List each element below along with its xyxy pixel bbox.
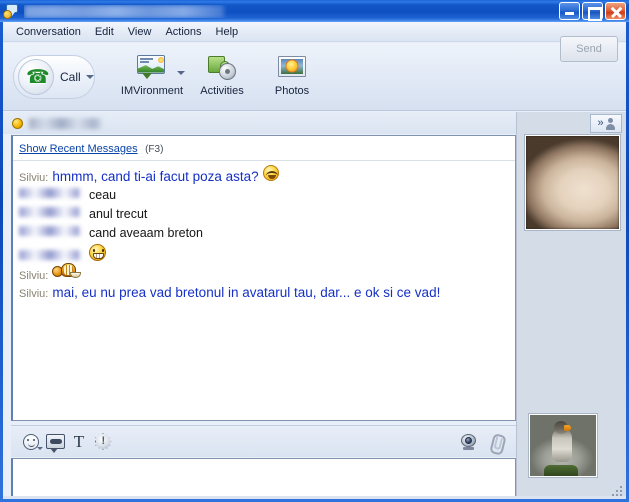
big-grin-emoticon	[89, 244, 106, 261]
message-row	[19, 244, 515, 261]
puzzle-gear-icon	[206, 53, 238, 81]
message-row: Silviu: hmmm, cand ti-ai facut poza asta…	[19, 165, 515, 185]
message-text: mai, eu nu prea vad bretonul in avatarul…	[52, 284, 440, 301]
sidebar-collapse-button[interactable]: »	[590, 114, 622, 133]
format-toolbar: T !	[11, 425, 516, 457]
messenger-bubble-icon	[3, 3, 20, 20]
window-controls	[559, 2, 626, 20]
display-picture-sidebar	[516, 112, 626, 499]
paperclip-icon	[487, 431, 506, 452]
activities-button[interactable]: Activities	[187, 49, 257, 105]
call-button-label: Call	[60, 70, 81, 84]
call-button[interactable]: ☎ Call	[13, 55, 95, 99]
send-file-button[interactable]	[484, 430, 508, 454]
message-sender: Silviu:	[19, 270, 48, 282]
message-text: cand aveaam breton	[89, 225, 203, 242]
message-text: ceau	[89, 187, 116, 204]
wink-picker-button[interactable]	[43, 430, 67, 454]
menu-help[interactable]: Help	[209, 24, 246, 40]
message-sender: Silviu:	[19, 172, 48, 184]
message-row: Silviu: mai, eu nu prea vad bretonul in …	[19, 284, 515, 301]
format-toolbar-right	[456, 430, 508, 454]
font-T-icon: T	[74, 433, 84, 450]
messenger-window: Conversation Edit View Actions Help ☎ Ca…	[0, 0, 629, 502]
photos-button[interactable]: Photos	[257, 49, 327, 105]
window-footer	[3, 496, 626, 499]
photo-frame-icon	[276, 53, 308, 81]
own-display-picture[interactable]	[529, 414, 597, 477]
menu-actions[interactable]: Actions	[158, 24, 208, 40]
contact-display-picture[interactable]	[525, 135, 620, 230]
change-font-button[interactable]: T	[67, 430, 91, 454]
call-dropdown-caret[interactable]	[86, 75, 94, 79]
nudge-burst-icon: !	[95, 433, 112, 450]
message-row: anul trecut	[19, 206, 515, 223]
title-bar[interactable]	[0, 0, 629, 22]
menu-view[interactable]: View	[121, 24, 159, 40]
chevron-right-icon: »	[597, 118, 603, 129]
message-sender-redacted	[19, 226, 81, 236]
photos-label: Photos	[275, 85, 309, 97]
chat-history-panel[interactable]: Show Recent Messages (F3) Silviu: hmmm, …	[11, 135, 516, 421]
phone-handset-icon: ☎	[18, 59, 54, 95]
message-row: ceau	[19, 187, 515, 204]
imvironment-button[interactable]: IMVironment	[117, 49, 187, 105]
custom-character-emoticon	[52, 263, 82, 279]
imvironment-dropdown-caret[interactable]	[177, 71, 185, 75]
message-row: cand aveaam breton	[19, 225, 515, 242]
message-sender-redacted	[19, 250, 81, 260]
start-webcam-button[interactable]	[456, 430, 480, 454]
recent-messages-shortcut: (F3)	[145, 144, 163, 155]
recent-messages-bar: Show Recent Messages (F3)	[13, 136, 515, 161]
menu-bar: Conversation Edit View Actions Help	[3, 22, 626, 42]
status-badge	[12, 118, 23, 129]
wink-mouth-icon	[46, 434, 65, 449]
emoticon-picker-button[interactable]	[19, 430, 43, 454]
send-nudge-button[interactable]: !	[91, 430, 115, 454]
message-text: anul trecut	[89, 206, 147, 223]
window-title-redacted	[24, 5, 224, 18]
message-sender: Silviu:	[19, 288, 48, 300]
message-text: hmmm, cand ti-ai facut poza asta?	[52, 168, 258, 185]
activities-label: Activities	[200, 85, 243, 97]
webcam-icon	[460, 433, 477, 450]
message-row: Silviu:	[19, 263, 515, 282]
message-list: Silviu: hmmm, cand ti-ai facut poza asta…	[13, 161, 515, 301]
main-toolbar: ☎ Call IMVironment	[3, 43, 626, 111]
blush-smile-emoticon	[263, 165, 279, 181]
show-recent-messages-link[interactable]: Show Recent Messages	[19, 143, 138, 155]
imvironment-scene-icon	[136, 53, 168, 81]
person-icon	[606, 118, 615, 130]
menu-edit[interactable]: Edit	[88, 24, 121, 40]
contact-name-redacted	[29, 118, 103, 129]
send-button[interactable]: Send	[560, 36, 618, 62]
compose-area	[11, 458, 516, 499]
close-button[interactable]	[605, 2, 626, 20]
window-title	[24, 5, 559, 18]
imvironment-label: IMVironment	[121, 85, 183, 97]
maximize-button[interactable]	[582, 2, 603, 20]
message-sender-redacted	[19, 188, 81, 198]
minimize-button[interactable]	[559, 2, 580, 20]
menu-conversation[interactable]: Conversation	[9, 24, 88, 40]
message-input[interactable]	[11, 458, 516, 499]
message-sender-redacted	[19, 207, 81, 217]
client-area: Conversation Edit View Actions Help ☎ Ca…	[3, 22, 626, 499]
